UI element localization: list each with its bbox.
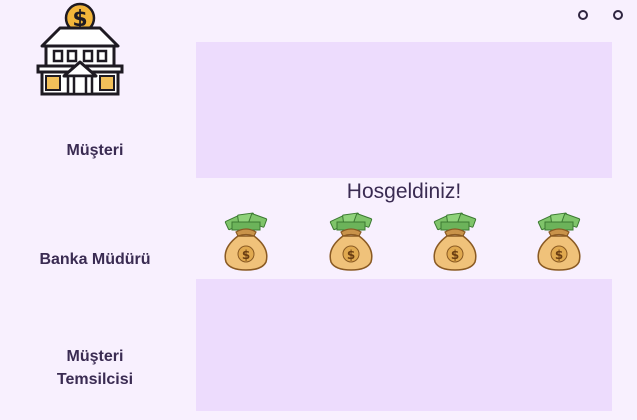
money-bags-row: $ $ $ $ bbox=[196, 212, 612, 274]
welcome-text: Hosgeldiniz! bbox=[346, 180, 462, 203]
svg-text:$: $ bbox=[555, 248, 563, 262]
role-musteri-button[interactable]: Müşteri bbox=[0, 139, 190, 162]
bottom-panel bbox=[196, 279, 612, 411]
svg-text:$: $ bbox=[242, 248, 250, 262]
money-bag-icon: $ bbox=[433, 212, 477, 271]
role-banka-muduru-button[interactable]: Banka Müdürü bbox=[0, 248, 190, 271]
role-musteri-temsilcisi-button[interactable]: Müşteri Temsilcisi bbox=[0, 345, 190, 391]
money-bag-icon: $ bbox=[329, 212, 373, 271]
money-bag-icon: $ bbox=[224, 212, 268, 271]
top-panel bbox=[196, 42, 612, 178]
money-bag-icon: $ bbox=[537, 212, 581, 271]
bank-dollar-icon: $ bbox=[36, 2, 124, 96]
svg-text:$: $ bbox=[347, 248, 355, 262]
window-control-button-2[interactable] bbox=[613, 10, 623, 20]
svg-text:$: $ bbox=[451, 248, 459, 262]
window-control-button-1[interactable] bbox=[578, 10, 588, 20]
